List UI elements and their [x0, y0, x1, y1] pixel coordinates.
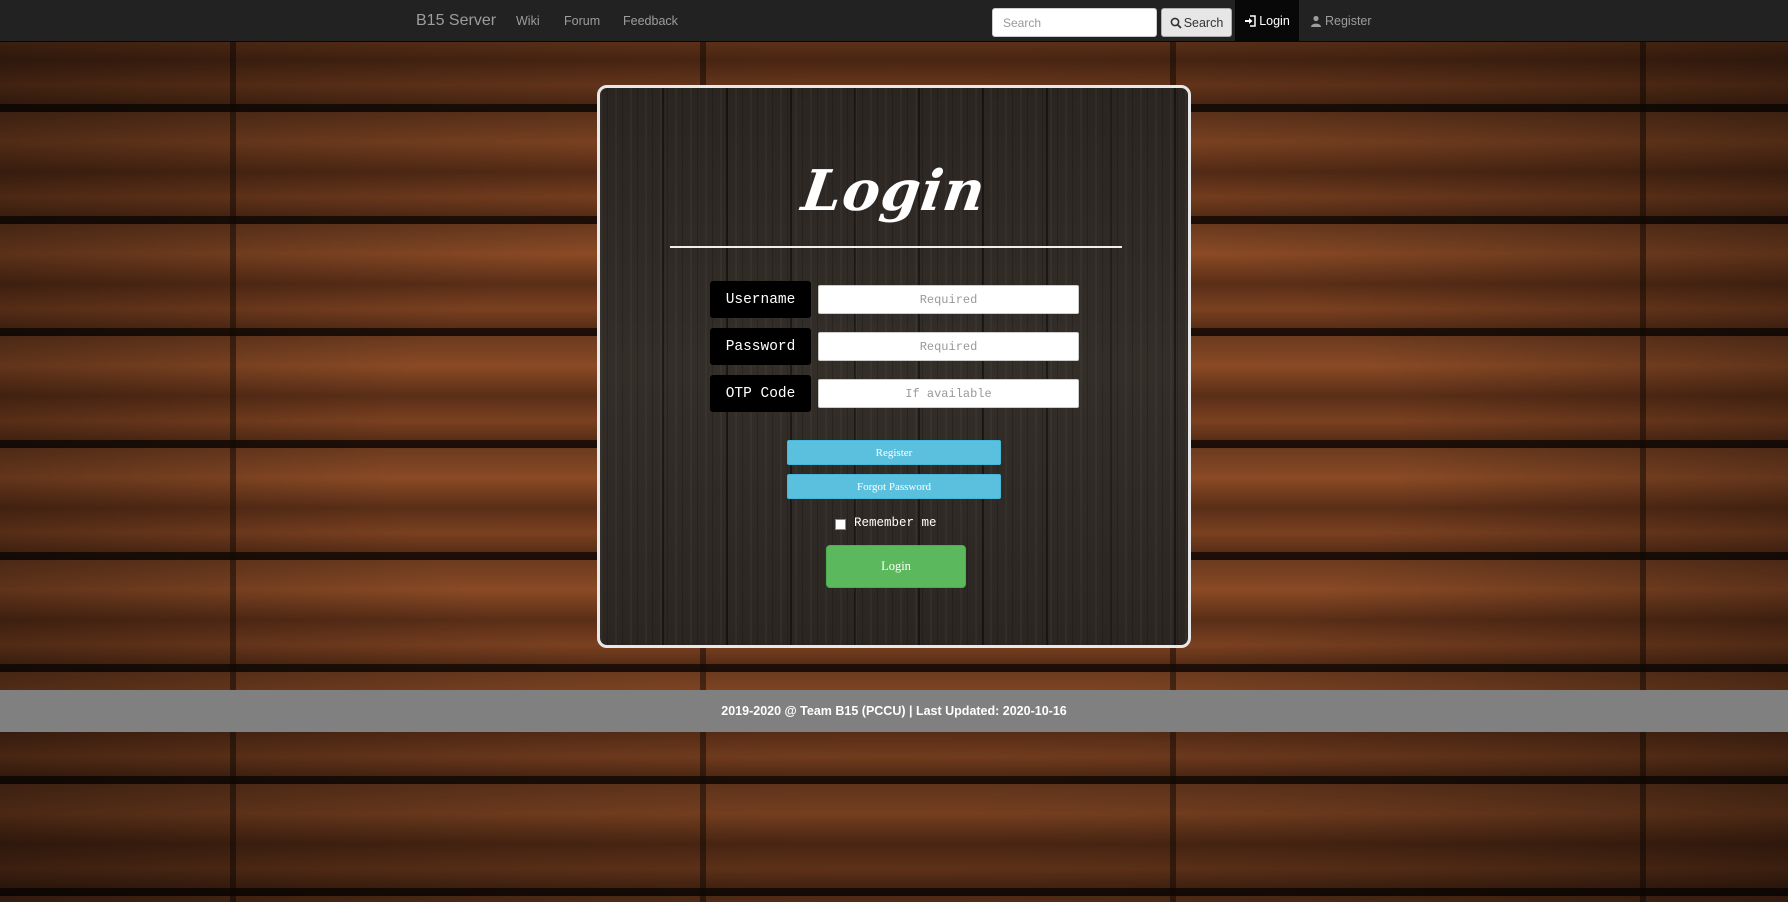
password-input[interactable]	[818, 332, 1079, 361]
nav-link-register[interactable]: Register	[1310, 14, 1372, 28]
top-navbar: B15 Server Wiki Forum Feedback Search Lo…	[0, 0, 1788, 42]
search-icon	[1170, 17, 1182, 29]
nav-login-label: Login	[1259, 14, 1290, 28]
login-title: Login	[797, 158, 991, 224]
search-input[interactable]	[992, 8, 1157, 37]
login-panel: Login Username Password OTP Code Registe…	[597, 85, 1191, 648]
username-input[interactable]	[818, 285, 1079, 314]
otp-code-input[interactable]	[818, 379, 1079, 408]
nav-register-label: Register	[1325, 14, 1372, 28]
remember-me-row: Remember me	[835, 514, 937, 532]
navbar-brand[interactable]: B15 Server	[416, 12, 496, 30]
title-divider	[670, 246, 1122, 248]
nav-link-wiki[interactable]: Wiki	[516, 14, 540, 28]
search-button-label: Search	[1183, 15, 1224, 30]
otp-code-label: OTP Code	[710, 375, 811, 412]
footer-text: 2019-2020 @ Team B15 (PCCU) | Last Updat…	[721, 704, 1067, 718]
footer: 2019-2020 @ Team B15 (PCCU) | Last Updat…	[0, 690, 1788, 732]
nav-link-feedback[interactable]: Feedback	[623, 14, 678, 28]
username-label: Username	[710, 281, 811, 318]
nav-link-forum[interactable]: Forum	[564, 14, 600, 28]
remember-me-label: Remember me	[854, 516, 937, 530]
nav-link-login[interactable]: Login	[1235, 0, 1299, 42]
password-label: Password	[710, 328, 811, 365]
login-submit-button[interactable]: Login	[826, 545, 966, 588]
forgot-password-button[interactable]: Forgot Password	[787, 474, 1001, 499]
log-in-icon	[1245, 15, 1256, 27]
register-button[interactable]: Register	[787, 440, 1001, 465]
search-button[interactable]: Search	[1161, 8, 1232, 37]
user-icon	[1311, 15, 1321, 27]
remember-me-checkbox[interactable]	[835, 518, 846, 530]
